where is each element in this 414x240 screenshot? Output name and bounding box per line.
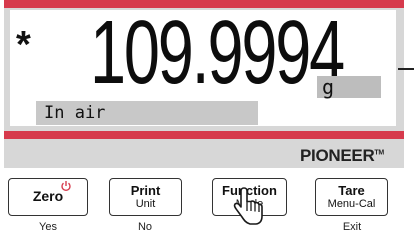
zero-button-label: Zero [32,188,64,204]
display-bottom-stripe [4,131,404,139]
status-text: In air [44,103,106,123]
tare-button-label: Tare [338,183,365,198]
print-button[interactable]: Print Unit [109,178,182,216]
tare-button-sublabel: Menu-Cal [327,198,376,210]
brand-name: PIONEER [300,146,375,165]
brand-trademark: TM [374,149,384,157]
print-secondary-label: No [137,221,153,233]
tare-secondary-label: Exit [342,221,362,233]
weight-reading: 109.9994 [90,3,345,103]
zero-secondary-label: Yes [39,221,57,233]
print-button-label: Print [130,183,161,198]
zero-button[interactable]: Zero [8,178,88,216]
divider-line [398,68,414,70]
stable-indicator: * [16,24,31,66]
print-button-sublabel: Unit [135,198,156,210]
brand-logo: PIONEERTM [300,146,384,166]
hand-pointer-icon [233,187,263,225]
power-icon [61,181,71,192]
tare-button[interactable]: Tare Menu-Cal [315,178,388,216]
weight-unit: g [322,75,335,99]
